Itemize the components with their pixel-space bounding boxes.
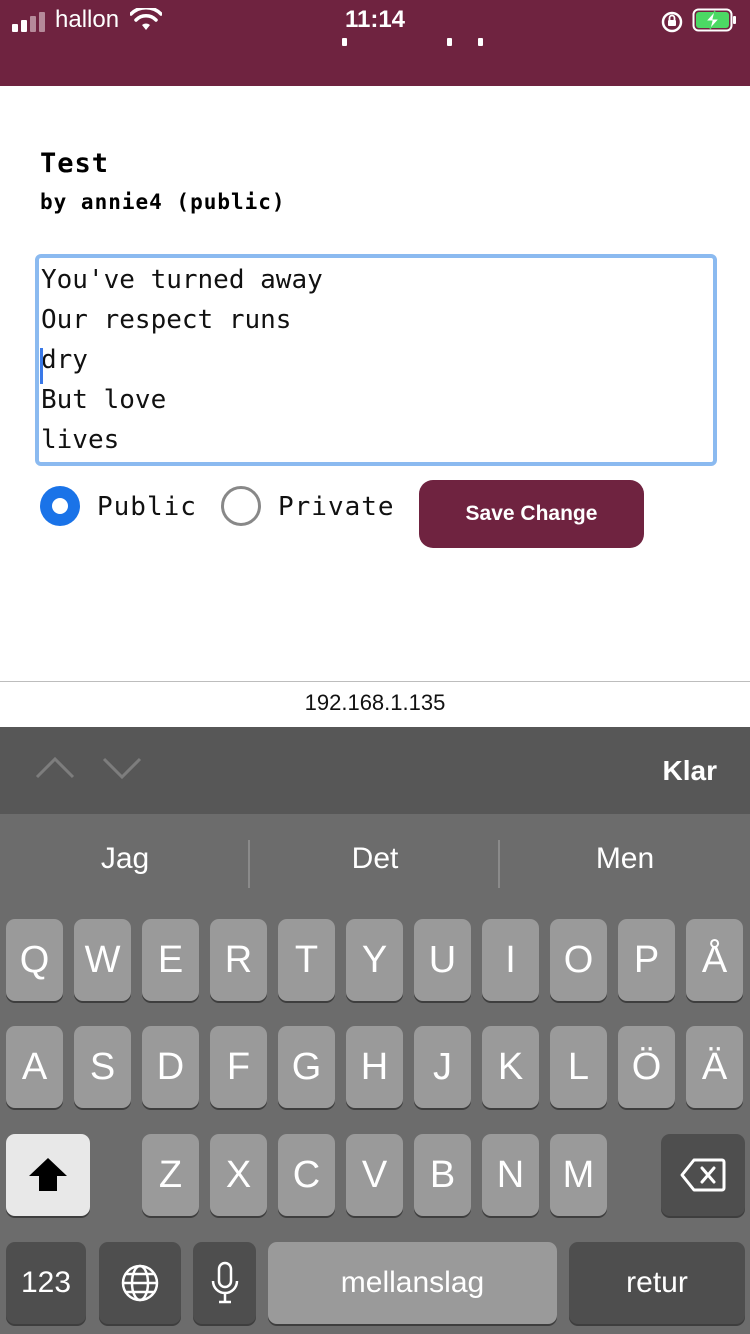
private-radio-label[interactable]: Private — [278, 492, 395, 522]
suggestion-1[interactable]: Jag — [0, 842, 250, 876]
globe-key[interactable] — [99, 1242, 181, 1324]
key-g[interactable]: G — [278, 1026, 335, 1108]
backspace-key[interactable] — [661, 1134, 745, 1216]
key-e[interactable]: E — [142, 919, 199, 1001]
microphone-icon — [211, 1261, 238, 1304]
shift-icon — [29, 1158, 67, 1191]
suggestion-3[interactable]: Men — [500, 842, 750, 876]
key-o-umlaut[interactable]: Ö — [618, 1026, 675, 1108]
key-i[interactable]: I — [482, 919, 539, 1001]
key-z[interactable]: Z — [142, 1134, 199, 1216]
key-v[interactable]: V — [346, 1134, 403, 1216]
key-p[interactable]: P — [618, 919, 675, 1001]
save-change-button[interactable]: Save Change — [419, 480, 644, 548]
key-r[interactable]: R — [210, 919, 267, 1001]
private-radio[interactable] — [221, 486, 261, 526]
shift-key[interactable] — [6, 1134, 90, 1216]
post-title: Test — [40, 148, 110, 179]
key-l[interactable]: L — [550, 1026, 607, 1108]
post-editor: Test by annie4 (public) Public Private S… — [0, 86, 750, 681]
text-cursor — [40, 348, 43, 384]
clipped-page-title — [0, 38, 750, 48]
poem-textarea[interactable] — [35, 254, 717, 466]
rotation-lock-icon — [661, 11, 683, 33]
key-m[interactable]: M — [550, 1134, 607, 1216]
keyboard: Jag Det Men Q W E R T Y U I O P Å A S D … — [0, 814, 750, 1334]
key-s[interactable]: S — [74, 1026, 131, 1108]
public-radio-label[interactable]: Public — [97, 492, 197, 522]
key-f[interactable]: F — [210, 1026, 267, 1108]
chevron-up-icon[interactable] — [35, 755, 75, 781]
key-a[interactable]: A — [6, 1026, 63, 1108]
done-button[interactable]: Klar — [663, 755, 717, 787]
key-w[interactable]: W — [74, 919, 131, 1001]
suggestion-2[interactable]: Det — [250, 842, 500, 876]
key-t[interactable]: T — [278, 919, 335, 1001]
key-n[interactable]: N — [482, 1134, 539, 1216]
key-c[interactable]: C — [278, 1134, 335, 1216]
space-key[interactable]: mellanslag — [268, 1242, 557, 1324]
microphone-key[interactable] — [193, 1242, 256, 1324]
return-key[interactable]: retur — [569, 1242, 745, 1324]
url-text: 192.168.1.135 — [304, 690, 446, 715]
key-d[interactable]: D — [142, 1026, 199, 1108]
browser-url-bar[interactable]: 192.168.1.135 — [0, 681, 750, 728]
globe-icon — [121, 1264, 159, 1302]
status-bar: hallon 11:14 — [0, 0, 750, 86]
clock: 11:14 — [344, 6, 406, 33]
key-k[interactable]: K — [482, 1026, 539, 1108]
post-byline: by annie4 (public) — [40, 190, 286, 214]
key-aring[interactable]: Å — [686, 919, 743, 1001]
key-y[interactable]: Y — [346, 919, 403, 1001]
key-x[interactable]: X — [210, 1134, 267, 1216]
key-a-umlaut[interactable]: Ä — [686, 1026, 743, 1108]
key-b[interactable]: B — [414, 1134, 471, 1216]
key-o[interactable]: O — [550, 919, 607, 1001]
public-radio[interactable] — [40, 486, 80, 526]
backspace-icon — [680, 1158, 726, 1192]
keyboard-accessory-bar: Klar — [0, 727, 750, 814]
key-q[interactable]: Q — [6, 919, 63, 1001]
chevron-down-icon[interactable] — [102, 755, 142, 781]
battery-icon — [692, 8, 736, 32]
key-u[interactable]: U — [414, 919, 471, 1001]
key-j[interactable]: J — [414, 1026, 471, 1108]
key-h[interactable]: H — [346, 1026, 403, 1108]
numbers-key[interactable]: 123 — [6, 1242, 86, 1324]
